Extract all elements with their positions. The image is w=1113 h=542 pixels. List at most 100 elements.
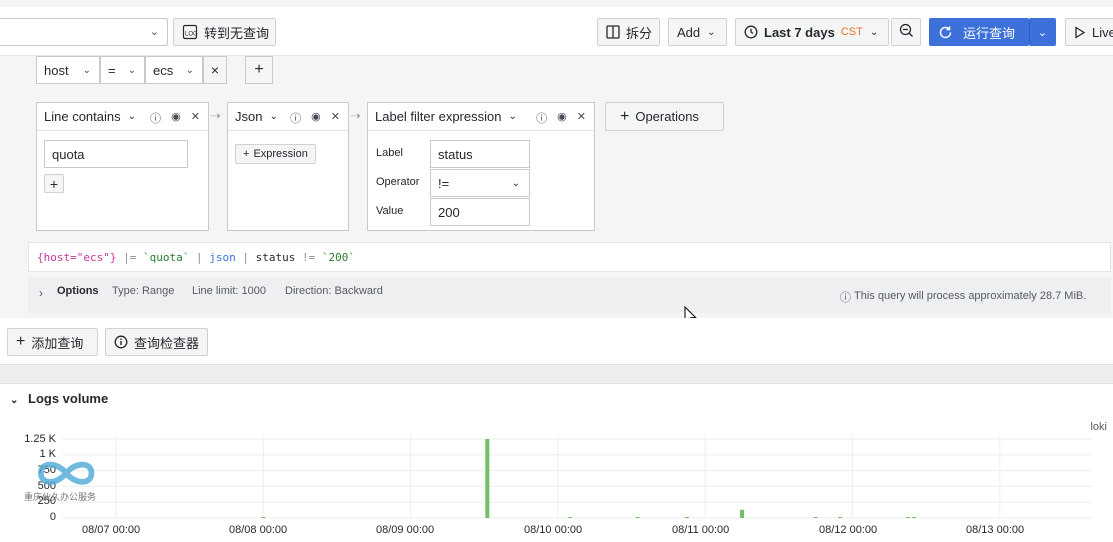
plus-icon: + <box>49 175 59 192</box>
add-dropdown-button[interactable]: Add ⌄ <box>668 18 727 46</box>
operation-json: Json ⌄ ⓘ ◉ ✕ <box>227 102 349 231</box>
datasource-select[interactable]: ⌄ <box>0 18 168 46</box>
options-direction: Direction: Backward <box>285 285 383 297</box>
volume-bar[interactable] <box>911 517 916 518</box>
info-icon: ⓘ <box>840 292 851 304</box>
x-tick: 08/11 00:00 <box>672 524 730 536</box>
chevron-down-icon: ⌄ <box>149 26 159 38</box>
top-strip <box>0 0 1113 7</box>
logs-icon: LOG <box>182 24 198 40</box>
query-options-bar[interactable]: › Options Type: Range Line limit: 1000 D… <box>28 277 1111 313</box>
value-input[interactable]: 200 <box>430 198 530 226</box>
chevron-right-icon: › <box>39 286 43 300</box>
clock-icon <box>744 25 758 39</box>
arrow-right-icon: ➝ <box>210 108 221 123</box>
chevron-down-icon[interactable]: ⌄ <box>128 111 136 122</box>
chevron-down-icon: ⌄ <box>869 26 879 38</box>
eye-icon[interactable]: ◉ <box>171 110 181 126</box>
value-caption: Value <box>376 205 404 217</box>
chevron-down-icon: ⌄ <box>511 177 520 189</box>
live-button[interactable]: Live <box>1065 18 1113 46</box>
query-inspector-button[interactable]: 查询检查器 <box>105 328 208 356</box>
x-tick: 08/07 00:00 <box>82 524 141 536</box>
chevron-down-icon: ⌄ <box>185 64 194 76</box>
play-icon <box>1074 25 1086 39</box>
chevron-down-icon: ⌄ <box>1037 26 1048 39</box>
volume-bar[interactable] <box>568 517 573 518</box>
query-toolbar: ⌄ LOG 转到无查询 拆分 Add ⌄ Last 7 days CST ⌄ 运… <box>0 7 1113 56</box>
info-icon <box>114 335 128 349</box>
add-query-button[interactable]: + 添加查询 <box>7 328 98 356</box>
volume-bar[interactable] <box>684 517 689 518</box>
label-input[interactable]: status <box>430 140 530 168</box>
options-type: Type: Range <box>112 285 175 297</box>
x-tick: 08/12 00:00 <box>819 524 878 536</box>
volume-bar[interactable] <box>813 517 818 518</box>
add-line-filter-button[interactable]: + <box>44 174 64 193</box>
volume-bar[interactable] <box>635 517 640 518</box>
query-size-estimate: This query will process approximately 28… <box>854 290 1087 302</box>
plus-icon: + <box>254 61 264 78</box>
operation-header: Json ⌄ ⓘ ◉ ✕ <box>228 103 348 131</box>
add-expression-button[interactable]: + Expression <box>235 144 316 164</box>
switch-query-button[interactable]: LOG 转到无查询 <box>173 18 276 46</box>
svg-text:LOG: LOG <box>185 32 198 38</box>
options-line-limit: Line limit: 1000 <box>192 285 266 297</box>
x-tick: 08/13 00:00 <box>966 524 1025 536</box>
plus-icon: + <box>243 148 250 160</box>
chevron-down-icon: ⌄ <box>82 64 91 76</box>
close-icon[interactable]: ✕ <box>191 110 200 126</box>
options-label: Options <box>57 285 99 297</box>
volume-bar[interactable] <box>838 517 843 518</box>
label-caption: Label <box>376 147 403 159</box>
info-icon[interactable]: ⓘ <box>290 110 301 126</box>
operator-select[interactable]: = ⌄ <box>100 56 145 84</box>
watermark-text: 重庆伙久办公服务 <box>24 492 97 502</box>
close-icon[interactable]: ✕ <box>331 110 340 126</box>
zoom-out-button[interactable] <box>891 18 921 46</box>
add-label-filter-button[interactable]: + <box>245 56 273 84</box>
eye-icon[interactable]: ◉ <box>311 110 321 126</box>
raw-query-preview: {host="ecs"} |= `quota` | json | status … <box>28 242 1111 272</box>
logs-volume-chart[interactable] <box>0 384 1113 542</box>
volume-bar[interactable] <box>740 509 745 518</box>
operations-button[interactable]: + Operations <box>605 102 724 131</box>
close-icon: × <box>210 62 220 78</box>
close-icon[interactable]: ✕ <box>577 110 586 126</box>
timezone-badge: CST <box>840 26 863 38</box>
time-range-picker[interactable]: Last 7 days CST ⌄ <box>735 18 889 46</box>
zoom-out-icon <box>899 23 914 41</box>
arrow-right-icon: ➝ <box>350 108 361 123</box>
volume-bar[interactable] <box>261 517 266 518</box>
line-contains-input[interactable]: quota <box>44 140 188 168</box>
operator-caption: Operator <box>376 176 420 188</box>
split-button[interactable]: 拆分 <box>597 18 660 46</box>
plus-icon: + <box>16 333 26 350</box>
volume-bar[interactable] <box>905 517 910 518</box>
run-query-button[interactable]: 运行查询 <box>929 18 1029 46</box>
volume-bar[interactable] <box>485 439 490 518</box>
info-icon[interactable]: ⓘ <box>536 110 547 126</box>
eye-icon[interactable]: ◉ <box>557 110 567 126</box>
refresh-icon <box>938 25 953 40</box>
label-select[interactable]: host ⌄ <box>36 56 100 84</box>
value-select[interactable]: ecs ⌄ <box>145 56 203 84</box>
x-tick: 08/10 00:00 <box>524 524 583 536</box>
pane-divider[interactable] <box>0 364 1113 384</box>
x-tick: 08/08 00:00 <box>229 524 288 536</box>
remove-label-filter-button[interactable]: × <box>203 56 227 84</box>
watermark-logo: 重庆伙久办公服务 <box>24 445 108 503</box>
chevron-down-icon[interactable]: ⌄ <box>269 111 277 122</box>
info-icon[interactable]: ⓘ <box>150 110 161 126</box>
chevron-down-icon[interactable]: ⌄ <box>508 111 516 122</box>
operation-header: Label filter expression ⌄ ⓘ ◉ ✕ <box>368 103 594 131</box>
chevron-down-icon: ⌄ <box>707 26 716 38</box>
split-icon <box>606 25 620 39</box>
plus-icon: + <box>620 107 630 125</box>
chevron-down-icon: ⌄ <box>127 64 136 76</box>
x-tick: 08/09 00:00 <box>376 524 435 536</box>
logs-volume-panel: ⌄ Logs volume loki 1.25 K 1 K 750 500 25… <box>0 384 1113 542</box>
operation-header: Line contains ⌄ ⓘ ◉ ✕ <box>37 103 208 131</box>
run-options-dropdown[interactable]: ⌄ <box>1029 18 1056 46</box>
operator-select[interactable]: != ⌄ <box>430 169 530 197</box>
